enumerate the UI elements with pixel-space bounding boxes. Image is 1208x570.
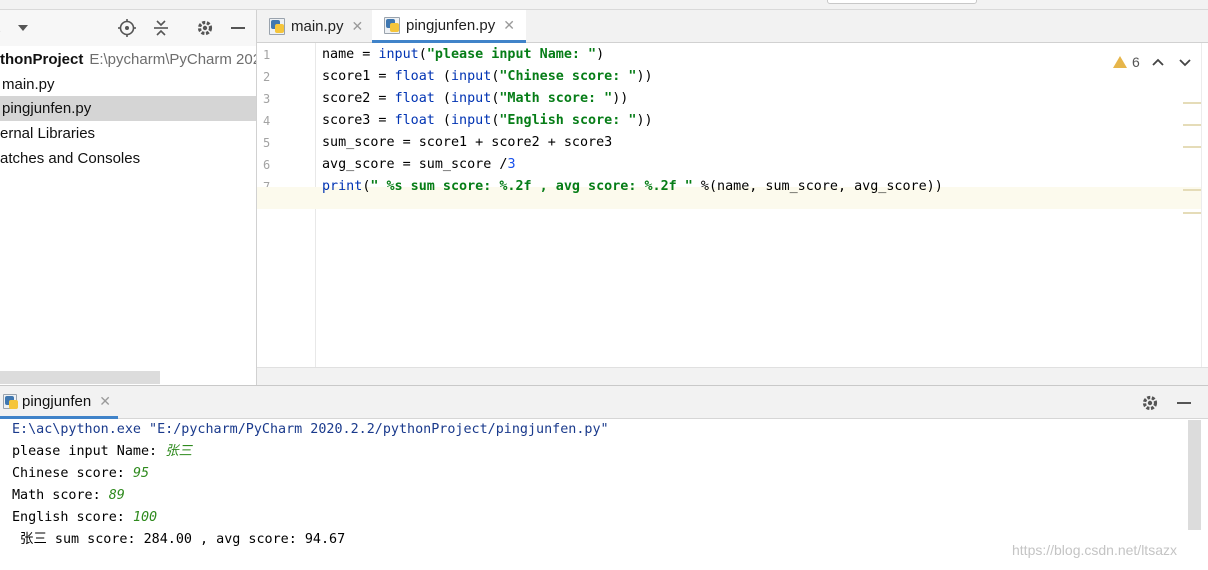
warning-stripe-marker[interactable] bbox=[1183, 102, 1201, 104]
warning-count: 6 bbox=[1132, 54, 1140, 70]
code-line[interactable]: sum_score = score1 + score2 + score3 bbox=[322, 132, 612, 154]
warning-stripe-marker[interactable] bbox=[1183, 146, 1201, 148]
chevron-down-icon[interactable] bbox=[1177, 54, 1193, 70]
code-line[interactable]: avg_score = sum_score /3 bbox=[322, 154, 516, 176]
prompt-text: English score: bbox=[12, 510, 133, 525]
project-horizontal-scrollbar[interactable] bbox=[0, 371, 160, 384]
run-tab-label: pingjunfen bbox=[22, 392, 92, 410]
collapse-all-icon[interactable] bbox=[151, 18, 171, 38]
line-number: 1 bbox=[263, 48, 271, 62]
tree-item-label: atches and Consoles bbox=[0, 150, 141, 167]
code-line[interactable]: score2 = float (input("Math score: ")) bbox=[322, 88, 628, 110]
user-input-text: 张三 bbox=[165, 444, 192, 459]
console-prompt-line: English score: 100 bbox=[12, 507, 157, 529]
window-top-strip bbox=[0, 0, 1208, 10]
warning-stripe-marker[interactable] bbox=[1183, 189, 1201, 191]
line-number: 6 bbox=[263, 158, 271, 172]
console-command-line: E:\ac\python.exe "E:/pycharm/PyCharm 202… bbox=[12, 422, 609, 437]
warning-stripe-marker[interactable] bbox=[1183, 212, 1201, 214]
console-prompt-line: please input Name: 张三 bbox=[12, 441, 192, 463]
close-icon[interactable]: ✕ bbox=[503, 17, 515, 34]
gear-icon[interactable] bbox=[1140, 393, 1160, 413]
user-input-text: 89 bbox=[108, 488, 125, 503]
watermark: https://blog.csdn.net/ltsazx bbox=[1012, 542, 1177, 558]
console-result-line: 张三 sum score: 284.00 , avg score: 94.67 bbox=[12, 532, 346, 547]
tab-label: pingjunfen.py bbox=[406, 16, 496, 34]
editor-tab-bar: main.py ✕ pingjunfen.py ✕ bbox=[257, 10, 1208, 43]
minimize-icon[interactable] bbox=[1174, 393, 1194, 413]
line-number: 4 bbox=[263, 114, 271, 128]
warning-icon bbox=[1113, 56, 1127, 68]
python-file-icon bbox=[384, 16, 400, 34]
locate-icon[interactable] bbox=[117, 18, 137, 38]
warning-stripe-marker[interactable] bbox=[1183, 124, 1201, 126]
prompt-text: Math score: bbox=[12, 488, 109, 503]
tree-item-main-py[interactable]: main.py bbox=[0, 72, 256, 97]
project-toolbar: t bbox=[0, 10, 256, 46]
gear-icon[interactable] bbox=[195, 18, 215, 38]
python-file-icon bbox=[3, 393, 18, 409]
chevron-down-icon[interactable] bbox=[18, 25, 28, 31]
tab-main-py[interactable]: main.py ✕ bbox=[257, 10, 370, 43]
user-input-text: 100 bbox=[132, 510, 158, 525]
console-prompt-line: Chinese score: 95 bbox=[12, 463, 149, 485]
line-number: 3 bbox=[263, 92, 271, 106]
code-line[interactable]: score1 = float (input("Chinese score: ")… bbox=[322, 66, 653, 88]
run-header: pingjunfen ✕ bbox=[0, 386, 1208, 419]
editor-scrollbar-track[interactable] bbox=[1201, 43, 1208, 367]
tree-item-project-root[interactable]: thonProject E:\pycharm\PyCharm 2020 bbox=[0, 47, 257, 72]
tree-item-label: ernal Libraries bbox=[0, 125, 96, 142]
chevron-up-icon[interactable] bbox=[1150, 54, 1166, 70]
code-line[interactable]: score3 = float (input("English score: ")… bbox=[322, 110, 653, 132]
close-icon[interactable]: ✕ bbox=[99, 393, 111, 410]
close-icon[interactable]: ✕ bbox=[352, 18, 364, 35]
minimize-icon[interactable] bbox=[228, 18, 248, 38]
console-vertical-scrollbar[interactable] bbox=[1188, 420, 1201, 530]
inspection-widget[interactable]: 6 bbox=[1113, 54, 1140, 70]
current-line-gutter-highlight bbox=[257, 187, 316, 209]
tree-item-scratches-consoles[interactable]: atches and Consoles bbox=[0, 146, 256, 171]
user-input-text: 95 bbox=[132, 466, 150, 481]
editor-bottom-strip bbox=[257, 367, 1208, 385]
project-root-name: thonProject bbox=[0, 51, 84, 68]
python-file-icon bbox=[269, 18, 285, 35]
project-root-path: E:\pycharm\PyCharm 2020 bbox=[89, 51, 257, 68]
code-line[interactable]: print(" %s sum score: %.2f , avg score: … bbox=[322, 176, 943, 198]
tree-item-label: pingjunfen.py bbox=[2, 100, 92, 117]
line-number: 5 bbox=[263, 136, 271, 150]
tab-pingjunfen-py[interactable]: pingjunfen.py ✕ bbox=[372, 10, 526, 43]
tree-item-pingjunfen-py[interactable]: pingjunfen.py bbox=[0, 96, 256, 121]
search-field-fragment[interactable] bbox=[827, 0, 977, 4]
editor-pane: main.py ✕ pingjunfen.py ✕ 1 2 3 4 5 6 7 … bbox=[257, 10, 1208, 385]
tab-run-pingjunfen[interactable]: pingjunfen ✕ bbox=[0, 386, 118, 419]
line-number: 2 bbox=[263, 70, 271, 84]
tree-item-external-libraries[interactable]: ernal Libraries bbox=[0, 121, 256, 146]
console-prompt-line: Math score: 89 bbox=[12, 485, 125, 507]
prompt-text: Chinese score: bbox=[12, 466, 133, 481]
prompt-text: please input Name: bbox=[12, 444, 166, 459]
code-line[interactable]: name = input("please input Name: ") bbox=[322, 44, 604, 66]
tree-item-label: main.py bbox=[2, 76, 55, 93]
project-panel: t thonProject E:\pycharm\PyCharm 2020 mai… bbox=[0, 10, 257, 385]
tab-label: main.py bbox=[291, 18, 344, 35]
